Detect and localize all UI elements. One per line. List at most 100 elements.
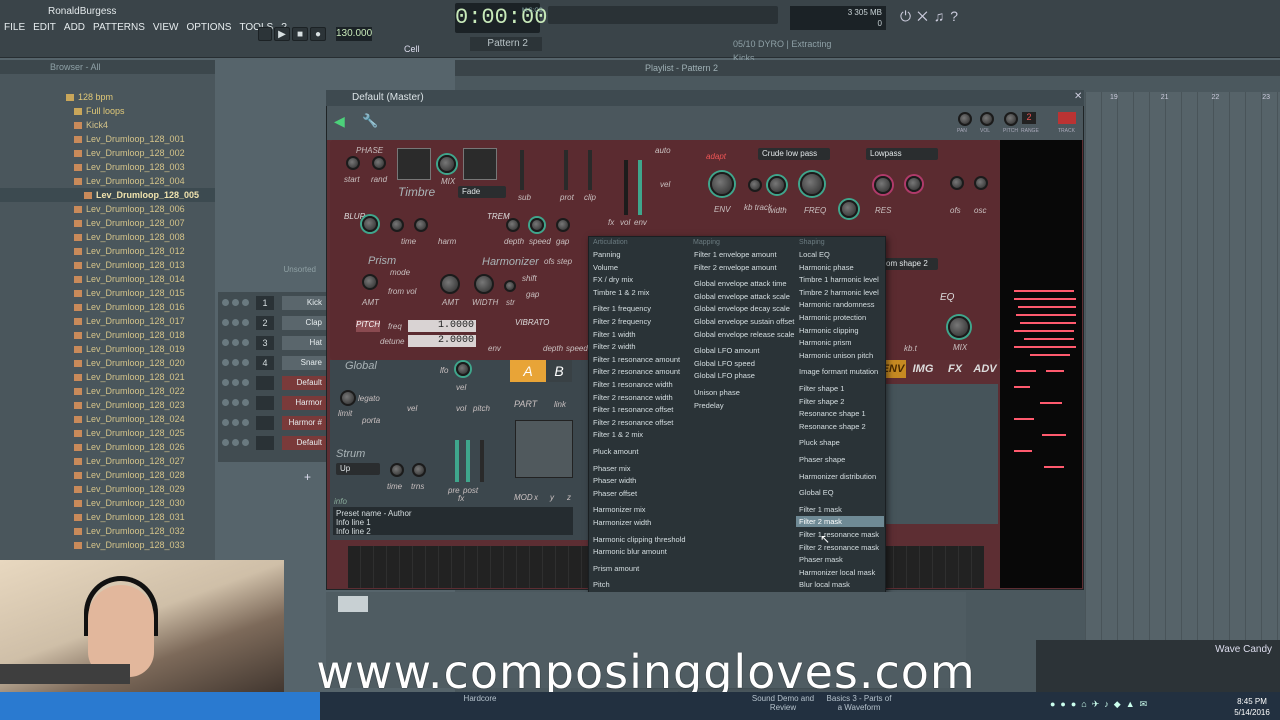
menu-edit[interactable]: EDIT bbox=[29, 20, 60, 36]
prism-amt-knob[interactable] bbox=[362, 274, 378, 290]
blur-mix-knob[interactable] bbox=[362, 216, 378, 232]
channel-led-icon[interactable] bbox=[242, 319, 249, 326]
channel-led-icon[interactable] bbox=[242, 339, 249, 346]
menu-item[interactable]: Harmonic prism bbox=[796, 337, 884, 348]
system-clock[interactable]: 8:45 PM 5/14/2016 bbox=[1226, 696, 1278, 718]
res-ofs-knob[interactable] bbox=[950, 176, 964, 190]
strum-time-knob[interactable] bbox=[390, 463, 404, 477]
browser-file-item[interactable]: Lev_Drumloop_128_025 bbox=[0, 426, 215, 440]
menu-item[interactable]: Filter shape 1 bbox=[796, 383, 884, 394]
pitch-slider[interactable] bbox=[480, 440, 484, 482]
menu-item[interactable]: Timbre 2 harmonic level bbox=[796, 287, 884, 298]
menu-item[interactable]: Global envelope attack scale bbox=[691, 291, 790, 302]
menu-item[interactable]: Filter shape 2 bbox=[796, 396, 884, 407]
channel-led-icon[interactable] bbox=[232, 419, 239, 426]
browser-file-item[interactable]: Lev_Drumloop_128_027 bbox=[0, 454, 215, 468]
menu-item[interactable]: Global EQ bbox=[796, 487, 884, 498]
filter-freq-knob[interactable] bbox=[800, 172, 824, 196]
phase-start-knob[interactable] bbox=[346, 156, 360, 170]
menu-item[interactable]: Harmonizer width bbox=[590, 517, 686, 528]
menu-item[interactable]: Timbre 1 harmonic level bbox=[796, 274, 884, 285]
menu-item[interactable]: Harmonic phase bbox=[796, 262, 884, 273]
menu-item[interactable]: Phaser width bbox=[590, 475, 686, 486]
channel-name-button[interactable]: Harmor # bbox=[282, 416, 326, 430]
folder-full-loops[interactable]: Full loops bbox=[0, 104, 215, 118]
channel-mixer-track[interactable]: 3 bbox=[256, 336, 274, 350]
pan-knob[interactable] bbox=[958, 112, 972, 126]
menu-item[interactable]: FX / dry mix bbox=[590, 274, 686, 285]
channel-led-icon[interactable] bbox=[222, 439, 229, 446]
channel-mixer-track[interactable] bbox=[256, 436, 274, 450]
channel-mixer-track[interactable]: 4 bbox=[256, 356, 274, 370]
record-button[interactable]: ● bbox=[310, 27, 326, 41]
menu-item[interactable]: Filter 1 envelope amount bbox=[691, 249, 787, 260]
menu-view[interactable]: VIEW bbox=[149, 20, 183, 36]
pattern-song-toggle[interactable] bbox=[258, 27, 272, 41]
harmonizer-width-knob[interactable] bbox=[474, 274, 494, 294]
browser-file-item[interactable]: Lev_Drumloop_128_033 bbox=[0, 538, 215, 552]
menu-item[interactable]: Pitch bbox=[590, 579, 686, 590]
browser-file-item[interactable]: Lev_Drumloop_128_012 bbox=[0, 244, 215, 258]
channel-filter[interactable]: Unsorted bbox=[218, 265, 326, 277]
browser-file-item[interactable]: Lev_Drumloop_128_018 bbox=[0, 328, 215, 342]
menu-item[interactable]: Predelay bbox=[691, 400, 787, 411]
channel-name-button[interactable]: Hat bbox=[282, 336, 326, 350]
channel-name-button[interactable]: Kick bbox=[282, 296, 326, 310]
channel-row[interactable]: 4 Snare bbox=[218, 356, 326, 374]
menu-item[interactable]: Filter 1 resonance width bbox=[590, 379, 686, 390]
browser-file-item[interactable]: Lev_Drumloop_128_021 bbox=[0, 370, 215, 384]
menu-item[interactable]: Filter 2 resonance amount bbox=[590, 366, 686, 377]
channel-led-icon[interactable] bbox=[232, 379, 239, 386]
channel-led-icon[interactable] bbox=[232, 319, 239, 326]
channel-mixer-track[interactable] bbox=[256, 376, 274, 390]
trem-speed-knob[interactable] bbox=[530, 218, 544, 232]
filter1-type[interactable]: Crude low pass bbox=[758, 148, 830, 160]
channel-row[interactable]: 3 Hat bbox=[218, 336, 326, 354]
channel-mixer-track[interactable] bbox=[256, 416, 274, 430]
menu-item[interactable]: Filter 1 mask bbox=[796, 504, 884, 515]
browser-file-item[interactable]: Lev_Drumloop_128_029 bbox=[0, 482, 215, 496]
strum-trns-knob[interactable] bbox=[412, 463, 426, 477]
pitch-freq-field[interactable]: 1.0000 bbox=[408, 320, 476, 332]
channel-name-button[interactable]: Harmor bbox=[282, 396, 326, 410]
play-button[interactable]: ▶ bbox=[274, 27, 290, 41]
menu-item[interactable]: Phaser shape bbox=[796, 454, 884, 465]
prot-slider[interactable] bbox=[564, 150, 568, 190]
channel-led-icon[interactable] bbox=[232, 399, 239, 406]
menu-item[interactable]: Unison phase bbox=[691, 387, 787, 398]
menu-item[interactable]: Harmonic randomness bbox=[796, 299, 884, 310]
browser-file-item[interactable]: Lev_Drumloop_128_020 bbox=[0, 356, 215, 370]
menu-item[interactable]: Filter 2 resonance offset bbox=[590, 417, 686, 428]
channel-led-icon[interactable] bbox=[242, 299, 249, 306]
menu-item[interactable]: Timbre 1 & 2 mix bbox=[590, 287, 686, 298]
taskbar-item[interactable]: Basics 3 - Parts of a Waveform bbox=[826, 694, 892, 712]
xy-pad[interactable] bbox=[515, 420, 573, 478]
browser-file-item[interactable]: Lev_Drumloop_128_006 bbox=[0, 202, 215, 216]
limit-knob[interactable] bbox=[340, 390, 356, 406]
stop-button[interactable]: ■ bbox=[292, 27, 308, 41]
kb-track-knob[interactable] bbox=[748, 178, 762, 192]
menu-item[interactable]: Pluck amount bbox=[590, 446, 686, 457]
part-b-button[interactable]: B bbox=[546, 360, 572, 382]
menu-file[interactable]: FILE bbox=[0, 20, 29, 36]
filter-shape-selector[interactable]: om shape 2 bbox=[882, 258, 938, 270]
browser-file-item[interactable]: Lev_Drumloop_128_014 bbox=[0, 272, 215, 286]
trem-gap-knob[interactable] bbox=[556, 218, 570, 232]
sub-slider[interactable] bbox=[520, 150, 524, 190]
filter-width-knob[interactable] bbox=[768, 176, 786, 194]
browser-file-item[interactable]: Lev_Drumloop_128_002 bbox=[0, 146, 215, 160]
wrench-icon[interactable]: 🔧 bbox=[362, 113, 378, 129]
menu-item[interactable]: Phaser mix bbox=[590, 463, 686, 474]
pattern-selector[interactable]: Pattern 2 bbox=[470, 37, 542, 51]
browser-file-item[interactable]: Kick4 bbox=[0, 118, 215, 132]
channel-led-icon[interactable] bbox=[222, 299, 229, 306]
taskbar-item[interactable]: Sound Demo and Review bbox=[750, 694, 816, 712]
menu-item[interactable]: Harmonizer local mask bbox=[796, 567, 884, 578]
mixer-track-selector[interactable] bbox=[1058, 112, 1076, 124]
menu-item[interactable]: Filter 2 resonance mask bbox=[796, 542, 884, 553]
blur-harm-knob[interactable] bbox=[414, 218, 428, 232]
blur-time-knob[interactable] bbox=[390, 218, 404, 232]
channel-led-icon[interactable] bbox=[232, 359, 239, 366]
menu-item[interactable]: Filter 2 mask bbox=[796, 516, 884, 528]
playlist-grid[interactable] bbox=[1085, 92, 1280, 652]
